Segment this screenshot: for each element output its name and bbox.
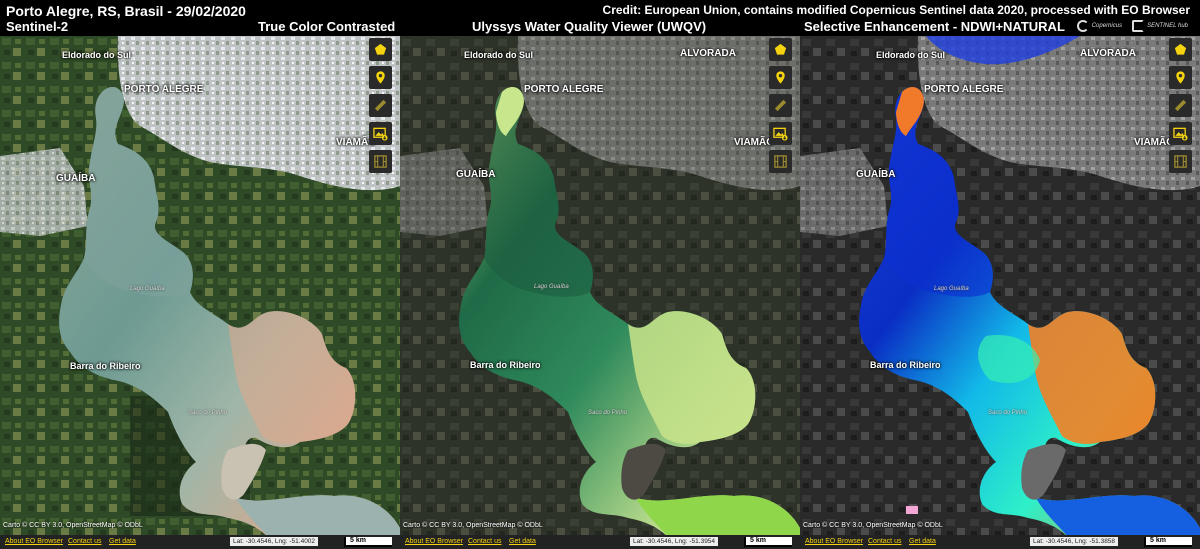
map-panel-uwqv[interactable]: Eldorado do Sul PORTO ALEGRE ALVORADA VI… — [400, 36, 800, 549]
water-label-lago: Lago Guaíba — [534, 284, 569, 290]
pin-icon[interactable] — [769, 66, 792, 89]
logos: Copernicus SENTINEL hub — [1076, 20, 1188, 32]
water-label-lago: Lago Guaíba — [130, 286, 165, 292]
city-label-eldorado: Eldorado do Sul — [876, 50, 945, 60]
image-download-icon[interactable] — [1169, 122, 1192, 145]
pin-icon[interactable] — [1169, 66, 1192, 89]
panel-title-ndwi: Selective Enhancement - NDWI+NATURAL — [804, 19, 1065, 34]
pentagon-icon[interactable] — [1169, 38, 1192, 61]
city-label-guaiba: GUAÍBA — [856, 169, 896, 180]
copernicus-logo: Copernicus — [1076, 20, 1122, 32]
get-data-link[interactable]: Get data — [909, 538, 936, 545]
map-panel-ndwi[interactable]: Eldorado do Sul PORTO ALEGRE ALVORADA VI… — [800, 36, 1200, 549]
city-label-viamao: VIAMÃO — [734, 137, 774, 148]
film-icon[interactable] — [369, 150, 392, 173]
page-title: Porto Alegre, RS, Brasil - 29/02/2020 — [6, 3, 246, 19]
about-eo-browser-link[interactable]: About EO Browser — [805, 538, 863, 545]
film-icon[interactable] — [1169, 150, 1192, 173]
contact-us-link[interactable]: Contact us — [68, 538, 101, 545]
city-label-alvorada: ALVORADA — [1080, 48, 1136, 59]
pin-icon[interactable] — [369, 66, 392, 89]
map-footer: About EO Browser Contact us Get data Lat… — [400, 535, 800, 549]
city-label-porto-alegre: PORTO ALEGRE — [924, 84, 1004, 95]
map-toolbar — [1169, 38, 1192, 173]
panel-title-uwqv: Ulyssys Water Quality Viewer (UWQV) — [472, 19, 707, 34]
header: Porto Alegre, RS, Brasil - 29/02/2020 Se… — [0, 0, 1200, 36]
sentinel-hub-logo: SENTINEL hub — [1132, 20, 1188, 32]
map-attribution: Carto © CC BY 3.0, OpenStreetMap © ODbL — [803, 522, 943, 529]
map-attribution: Carto © CC BY 3.0, OpenStreetMap © ODbL — [3, 522, 143, 529]
get-data-link[interactable]: Get data — [109, 538, 136, 545]
satellite-name: Sentinel-2 — [6, 19, 69, 34]
credit-text: Credit: European Union, contains modifie… — [602, 3, 1190, 17]
water-label-saco: Saco do Pinho — [188, 410, 228, 416]
ruler-icon[interactable] — [769, 94, 792, 117]
image-download-icon[interactable] — [769, 122, 792, 145]
city-label-guaiba: GUAÍBA — [56, 173, 96, 184]
coordinates-readout: Lat: -30.4546, Lng: -51.3954 — [630, 537, 719, 546]
satellite-map[interactable] — [800, 36, 1200, 549]
map-toolbar — [769, 38, 792, 173]
contact-us-link[interactable]: Contact us — [468, 538, 501, 545]
city-label-alvorada: ALVORADA — [680, 48, 736, 59]
panel-title-true-color: True Color Contrasted — [258, 19, 396, 34]
map-panel-true-color[interactable]: Eldorado do Sul PORTO ALEGRE VIAMÃO GUAÍ… — [0, 36, 400, 549]
image-download-icon[interactable] — [369, 122, 392, 145]
city-label-viamao: VIAMÃO — [1134, 137, 1174, 148]
map-attribution: Carto © CC BY 3.0, OpenStreetMap © ODbL — [403, 522, 543, 529]
map-footer: About EO Browser Contact us Get data Lat… — [0, 535, 400, 549]
pentagon-icon[interactable] — [369, 38, 392, 61]
city-label-guaiba: GUAÍBA — [456, 169, 496, 180]
city-label-eldorado: Eldorado do Sul — [62, 50, 131, 60]
get-data-link[interactable]: Get data — [509, 538, 536, 545]
water-label-lago: Lago Guaíba — [934, 286, 969, 292]
coordinates-readout: Lat: -30.4546, Lng: -51.3858 — [1030, 537, 1119, 546]
ruler-icon[interactable] — [369, 94, 392, 117]
about-eo-browser-link[interactable]: About EO Browser — [405, 538, 463, 545]
city-label-porto-alegre: PORTO ALEGRE — [524, 84, 604, 95]
pentagon-icon[interactable] — [769, 38, 792, 61]
about-eo-browser-link[interactable]: About EO Browser — [5, 538, 63, 545]
scale-bar: 5 km — [344, 537, 392, 547]
film-icon[interactable] — [769, 150, 792, 173]
water-label-saco: Saco do Pinho — [988, 410, 1028, 416]
coordinates-readout: Lat: -30.4546, Lng: -51.4002 — [230, 537, 319, 546]
city-label-barra: Barra do Ribeiro — [870, 360, 941, 370]
satellite-map[interactable] — [400, 36, 800, 549]
map-toolbar — [369, 38, 392, 173]
map-footer: About EO Browser Contact us Get data Lat… — [800, 535, 1200, 549]
satellite-map[interactable] — [0, 36, 400, 549]
city-label-eldorado: Eldorado do Sul — [464, 50, 533, 60]
contact-us-link[interactable]: Contact us — [868, 538, 901, 545]
city-label-barra: Barra do Ribeiro — [70, 361, 141, 371]
water-label-saco: Saco do Pinho — [588, 410, 628, 416]
city-label-porto-alegre: PORTO ALEGRE — [124, 84, 204, 95]
scale-bar: 5 km — [744, 537, 792, 547]
scale-bar: 5 km — [1144, 537, 1192, 547]
city-label-barra: Barra do Ribeiro — [470, 360, 541, 370]
ruler-icon[interactable] — [1169, 94, 1192, 117]
